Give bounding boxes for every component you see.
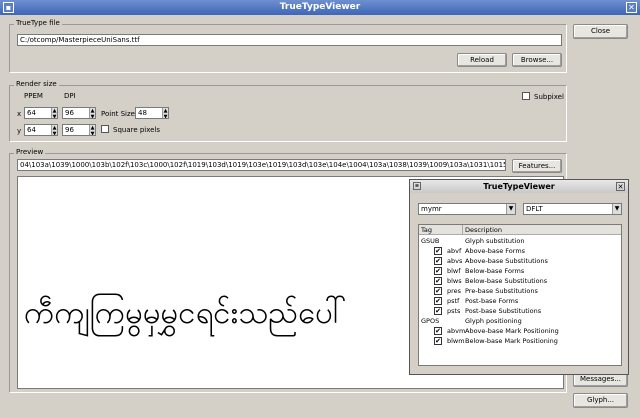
feature-tag: abvf: [447, 247, 462, 255]
feature-checkbox[interactable]: ✔: [434, 307, 442, 315]
feature-row[interactable]: ✔ blwf Below-base Forms: [419, 266, 621, 276]
feature-row[interactable]: ✔ pstf Post-base Forms: [419, 296, 621, 306]
feature-group-description: Glyph positioning: [465, 317, 522, 325]
y-ppem-spinbox[interactable]: 64 ▲ ▼: [24, 124, 58, 136]
feature-group-description: Glyph substitution: [465, 237, 525, 245]
window-title: TrueTypeViewer: [279, 2, 361, 12]
features-dialog-title: TrueTypeViewer: [483, 182, 555, 191]
y-label: y: [17, 127, 22, 135]
truetype-file-legend: TrueType file: [14, 19, 62, 27]
feature-group-row[interactable]: GSUB Glyph substitution: [419, 236, 621, 246]
features-tree: Tag Description GSUB Glyph substitution ✔ a…: [418, 224, 622, 366]
chevron-down-icon[interactable]: ▼: [612, 204, 621, 214]
dpi-label: DPI: [64, 92, 76, 100]
preview-sample-text: ကဵကျကြမွမှမွှငရင်းသည်ပေါ်: [24, 295, 347, 331]
feature-tag: pres: [447, 287, 462, 295]
x-dpi-value: 96: [65, 109, 74, 117]
window-menu-icon[interactable]: ▪: [3, 2, 14, 13]
feature-description: Post-base Substitutions: [465, 307, 542, 315]
feature-checkbox[interactable]: ✔: [434, 327, 442, 335]
feature-tag: abvs: [447, 257, 463, 265]
feature-description: Below-base Forms: [465, 267, 525, 275]
square-pixels-label: Square pixels: [113, 126, 161, 134]
feature-group-name: GPOS: [421, 317, 440, 325]
feature-description: Above-base Forms: [465, 247, 526, 255]
y-dpi-value: 96: [65, 126, 74, 134]
feature-tag: psts: [447, 307, 461, 315]
feature-checkbox[interactable]: ✔: [434, 287, 442, 295]
feature-checkbox[interactable]: ✔: [434, 277, 442, 285]
y-dpi-spinbox[interactable]: 96 ▲ ▼: [62, 124, 96, 136]
feature-description: Above-base Substitutions: [465, 257, 548, 265]
feature-checkbox[interactable]: ✔: [434, 337, 442, 345]
x-ppem-value: 64: [27, 109, 36, 117]
feature-tag: blwm: [447, 337, 465, 345]
close-button[interactable]: Close: [573, 24, 628, 39]
x-dpi-spinbox[interactable]: 96 ▲ ▼: [62, 107, 96, 119]
language-select[interactable]: DFLT ▼: [523, 203, 622, 215]
y-ppem-value: 64: [27, 126, 36, 134]
y-ppem-spin-arrows[interactable]: ▲ ▼: [51, 125, 57, 135]
feature-description: Below-base Substitutions: [465, 277, 548, 285]
feature-checkbox[interactable]: ✔: [434, 267, 442, 275]
feature-row[interactable]: ✔ pres Pre-base Substitutions: [419, 286, 621, 296]
preview-text-input[interactable]: 04\103a\1039\1000\103b\102f\103c\1000\10…: [17, 159, 506, 171]
feature-description: Pre-base Substitutions: [465, 287, 538, 295]
features-button[interactable]: Features...: [512, 159, 562, 173]
feature-row[interactable]: ✔ abvs Above-base Substitutions: [419, 256, 621, 266]
feature-group-name: GSUB: [421, 237, 440, 245]
y-dpi-spin-arrows[interactable]: ▲ ▼: [89, 125, 95, 135]
features-dialog: ≡ TrueTypeViewer ✕ mymr ▼ DFLT ▼ Tag Des…: [409, 179, 629, 375]
point-size-label: Point Size: [101, 110, 135, 118]
preview-legend: Preview: [14, 148, 46, 156]
feature-tag: blws: [447, 277, 462, 285]
feature-description: Below-base Mark Positioning: [465, 337, 558, 345]
feature-description: Above-base Mark Positioning: [465, 327, 559, 335]
x-ppem-spinbox[interactable]: 64 ▲ ▼: [24, 107, 58, 119]
feature-checkbox[interactable]: ✔: [434, 247, 442, 255]
point-size-spin-arrows[interactable]: ▲ ▼: [162, 108, 168, 118]
feature-row[interactable]: ✔ blwm Below-base Mark Positioning: [419, 336, 621, 346]
window-close-icon[interactable]: ✕: [626, 2, 637, 13]
feature-tag: abvm: [447, 327, 466, 335]
reload-button[interactable]: Reload: [457, 53, 507, 67]
subpixel-checkbox[interactable]: [522, 92, 530, 100]
square-pixels-checkbox[interactable]: [101, 125, 109, 133]
feature-row[interactable]: ✔ psts Post-base Substitutions: [419, 306, 621, 316]
language-select-value: DFLT: [526, 205, 543, 213]
point-size-spinbox[interactable]: 48 ▲ ▼: [135, 107, 169, 119]
glyph-button[interactable]: Glyph...: [573, 393, 628, 408]
feature-checkbox[interactable]: ✔: [434, 297, 442, 305]
feature-row[interactable]: ✔ abvm Above-base Mark Positioning: [419, 326, 621, 336]
script-select[interactable]: mymr ▼: [418, 203, 516, 215]
feature-description: Post-base Forms: [465, 297, 519, 305]
column-header-tag[interactable]: Tag: [419, 225, 463, 235]
ppem-label: PPEM: [24, 92, 43, 100]
feature-tag: pstf: [447, 297, 460, 305]
feature-group-row[interactable]: GPOS Glyph positioning: [419, 316, 621, 326]
window-titlebar: TrueTypeViewer ▪ ✕: [0, 0, 640, 15]
features-dialog-titlebar: ≡ TrueTypeViewer ✕: [410, 180, 628, 193]
x-ppem-spin-arrows[interactable]: ▲ ▼: [51, 108, 57, 118]
feature-checkbox[interactable]: ✔: [434, 257, 442, 265]
browse-button[interactable]: Browse...: [512, 53, 562, 67]
dialog-close-icon[interactable]: ✕: [616, 182, 625, 191]
x-dpi-spin-arrows[interactable]: ▲ ▼: [89, 108, 95, 118]
dialog-menu-icon[interactable]: ≡: [413, 182, 421, 190]
feature-row[interactable]: ✔ blws Below-base Substitutions: [419, 276, 621, 286]
feature-row[interactable]: ✔ abvf Above-base Forms: [419, 246, 621, 256]
point-size-value: 48: [138, 109, 147, 117]
script-select-value: mymr: [421, 205, 442, 213]
render-size-legend: Render size: [14, 80, 59, 88]
truetype-file-path-input[interactable]: C:/otcomp/MasterpieceUniSans.ttf: [17, 34, 562, 46]
chevron-down-icon[interactable]: ▼: [506, 204, 515, 214]
subpixel-label: Subpixel: [534, 93, 564, 101]
x-label: x: [17, 110, 22, 118]
column-header-description[interactable]: Description: [463, 225, 621, 235]
feature-tag: blwf: [447, 267, 461, 275]
